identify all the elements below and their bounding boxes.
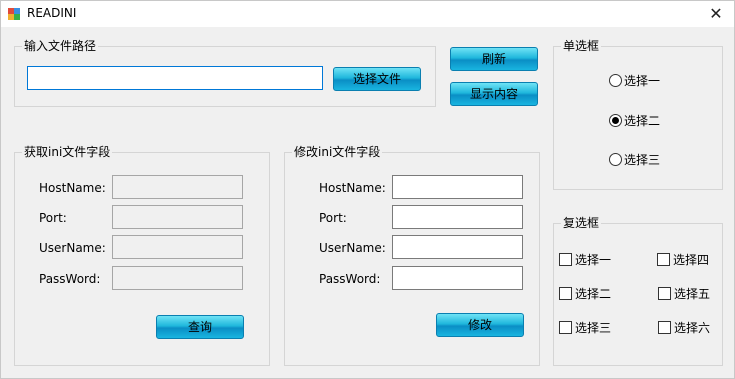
edit-port-field[interactable] <box>392 205 523 229</box>
checkbox-label: 选择六 <box>674 321 711 335</box>
radio-circle-selected[interactable] <box>609 114 622 127</box>
read-username-label: UserName: <box>39 241 106 255</box>
radio-option-label: 选择一 <box>624 74 661 88</box>
readini-window: READINI ✕ 输入文件路径 选择文件 刷新 显示内容 获取ini文件字段 … <box>0 0 735 379</box>
checkbox-box[interactable] <box>559 287 572 300</box>
radio-selected-dot <box>612 117 619 124</box>
read-username-field[interactable] <box>112 235 243 259</box>
checkbox-box[interactable] <box>658 287 671 300</box>
checkbox-label: 选择五 <box>674 287 711 301</box>
read-hostname-label: HostName: <box>39 181 106 195</box>
edit-password-field[interactable] <box>392 266 523 290</box>
close-button[interactable]: ✕ <box>698 1 734 27</box>
checkbox-label: 选择一 <box>575 253 612 267</box>
radio-circle[interactable] <box>609 153 622 166</box>
file-path-input[interactable] <box>27 66 323 90</box>
file-path-legend: 输入文件路径 <box>22 39 99 53</box>
read-password-field[interactable] <box>112 266 243 290</box>
read-port-label: Port: <box>39 211 67 225</box>
radio-group-legend: 单选框 <box>561 39 602 53</box>
modify-button[interactable]: 修改 <box>436 313 524 337</box>
checkbox-box[interactable] <box>559 321 572 334</box>
read-ini-legend: 获取ini文件字段 <box>22 145 113 159</box>
radio-circle[interactable] <box>609 74 622 87</box>
edit-hostname-label: HostName: <box>319 181 386 195</box>
checkbox-label: 选择四 <box>673 253 710 267</box>
read-hostname-field[interactable] <box>112 175 243 199</box>
checkbox-box[interactable] <box>559 253 572 266</box>
checkbox-box[interactable] <box>658 321 671 334</box>
radio-option-label: 选择三 <box>624 153 661 167</box>
edit-password-label: PassWord: <box>319 272 381 286</box>
edit-username-label: UserName: <box>319 241 386 255</box>
query-button[interactable]: 查询 <box>156 315 244 339</box>
refresh-button[interactable]: 刷新 <box>450 47 538 71</box>
checkbox-group-legend: 复选框 <box>561 216 602 230</box>
edit-username-field[interactable] <box>392 235 523 259</box>
edit-hostname-field[interactable] <box>392 175 523 199</box>
edit-port-label: Port: <box>319 211 347 225</box>
radio-option-label: 选择二 <box>624 114 661 128</box>
read-password-label: PassWord: <box>39 272 101 286</box>
choose-file-button[interactable]: 选择文件 <box>333 67 421 91</box>
app-icon <box>8 8 20 20</box>
checkbox-label: 选择二 <box>575 287 612 301</box>
title-bar[interactable]: READINI ✕ <box>1 1 734 27</box>
window-title: READINI <box>27 6 77 20</box>
checkbox-label: 选择三 <box>575 321 612 335</box>
show-content-button[interactable]: 显示内容 <box>450 82 538 106</box>
checkbox-box[interactable] <box>657 253 670 266</box>
close-icon: ✕ <box>709 4 723 23</box>
read-port-field[interactable] <box>112 205 243 229</box>
edit-ini-legend: 修改ini文件字段 <box>292 145 383 159</box>
